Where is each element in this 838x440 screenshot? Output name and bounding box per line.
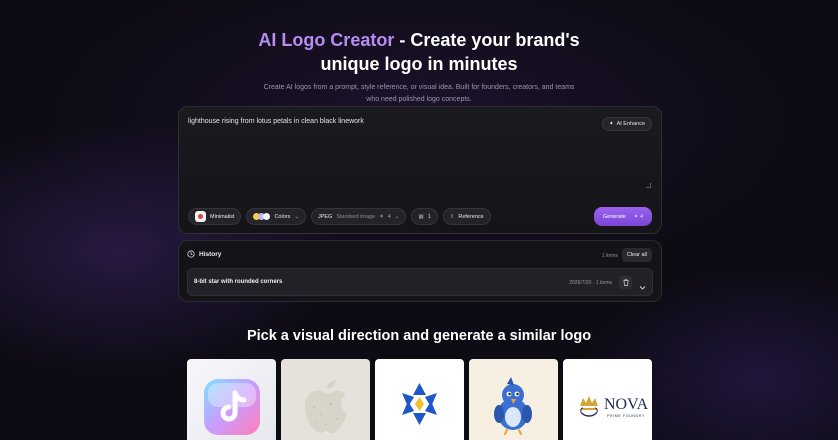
style-gallery: NOVA PRIME FOUNDRY [187,359,652,440]
quality-label: Standard image [336,213,376,220]
prompt-card: lighthouse rising from lotus petals in c… [178,106,662,234]
chevron-down-icon: ⌄ [394,213,400,220]
history-icon [187,250,195,258]
chevron-down-icon: ⌄ [294,213,299,220]
generate-cost: ✦ 4 [633,213,643,220]
gallery-item-bluebird-mascot[interactable] [469,359,558,440]
ai-enhance-label: AI Enhance [616,121,645,127]
title-rest: - Create your brand's [394,30,580,50]
grid-icon: ▦ [418,213,424,220]
colors-selector[interactable]: Colors ⌄ [246,208,306,225]
prompt-toolbar: Minimalist Colors ⌄ JPEG Standard image … [188,208,491,225]
style-selector[interactable]: Minimalist [188,208,242,225]
reference-label: Reference [458,213,484,220]
gallery-item-blue-geometric-star[interactable] [375,359,464,440]
ai-enhance-button[interactable]: ✦ AI Enhance [601,117,652,131]
history-item-title: 8-bit star with rounded corners [194,279,283,285]
title-line2: unique logo in minutes [320,54,518,74]
history-panel: History 1 items Clear all 8-bit star wit… [178,240,662,302]
history-title: History [199,250,222,258]
subtitle-line2: who need polished logo concepts. [366,96,472,103]
prompt-input[interactable]: lighthouse rising from lotus petals in c… [188,118,364,125]
hero: AI Logo Creator - Create your brand's un… [0,28,838,106]
generate-button[interactable]: Generate ✦ 4 [593,207,652,226]
format-label: JPEG [317,213,333,220]
clear-all-button[interactable]: Clear all [621,248,652,262]
generate-label: Generate [602,213,626,220]
page-subtitle: Create AI logos from a prompt, style ref… [0,82,838,106]
gallery-item-stone-apple[interactable] [281,359,370,440]
history-item-meta: 2026/7/20 · 1 items [569,280,612,286]
gallery-item-glossy-app-icon[interactable] [187,359,276,440]
colors-label: Colors [274,213,291,220]
nova-tagline: PRIME FOUNDRY [607,414,645,418]
image-count-value: 1 [427,213,431,220]
upload-icon: ⇧ [449,213,455,220]
title-accent: AI Logo Creator [258,30,395,50]
resize-handle[interactable] [646,183,651,188]
chevron-down-icon[interactable] [639,278,646,296]
subtitle-line1: Create AI logos from a prompt, style ref… [263,84,575,91]
history-item[interactable]: 8-bit star with rounded corners 2026/7/2… [187,268,653,296]
history-header: History [187,250,221,258]
gallery-item-nova-crest[interactable]: NOVA PRIME FOUNDRY [563,359,652,440]
trash-icon[interactable] [619,276,632,289]
format-selector[interactable]: JPEG Standard image ✦ 4 ⌄ [310,208,407,225]
cost-icon: ✦ [379,213,384,220]
sparkle-icon: ✦ [608,121,614,127]
nova-name: NOVA [604,396,649,413]
style-thumbnail-icon [195,211,206,222]
image-count-selector[interactable]: ▦ 1 [411,208,438,225]
cost-value: 4 [387,213,391,220]
style-label: Minimalist [210,213,235,220]
gallery-title: Pick a visual direction and generate a s… [246,328,592,344]
color-swatches-icon [253,213,271,220]
generate-cost-value: 4 [639,213,643,220]
history-count: 1 items [601,253,618,259]
reference-button[interactable]: ⇧ Reference [442,208,491,225]
page-title: AI Logo Creator - Create your brand's un… [0,28,838,76]
